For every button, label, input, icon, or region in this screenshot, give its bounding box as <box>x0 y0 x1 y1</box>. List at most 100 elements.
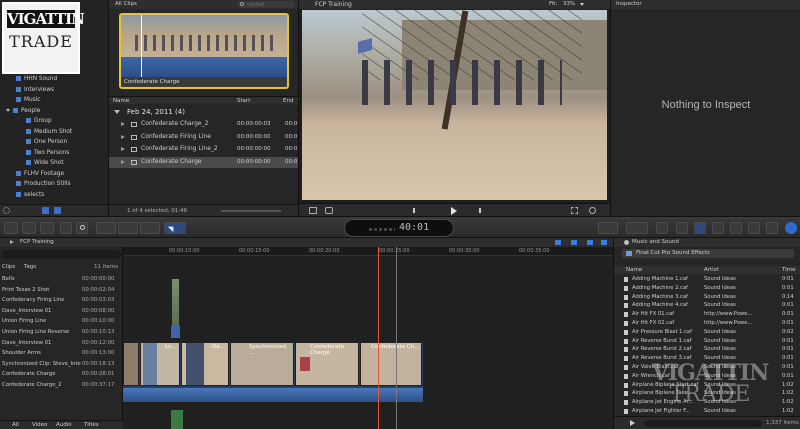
sound-row[interactable]: Air Reverse Burst 2.caf Sound Ideas 0:01 <box>614 345 800 353</box>
timeline-ruler[interactable]: 00:00:10:00 00:00:15:00 00:00:20:00 00:00:2… <box>123 247 613 256</box>
library-item[interactable]: Two Persons <box>0 148 108 158</box>
col-name[interactable]: Name <box>626 267 642 273</box>
library-item[interactable]: HHN Sound <box>0 74 108 84</box>
snapping-icon[interactable] <box>587 240 593 245</box>
sound-source-popup[interactable]: Final Cut Pro Sound Effects <box>622 249 794 258</box>
index-row[interactable]: Union Firing Line 00:00:10:00 <box>0 316 123 326</box>
index-row[interactable]: Bells 00:00:00:00 <box>0 274 123 284</box>
insert-edit-button[interactable] <box>118 222 138 234</box>
storyline-clip-1[interactable] <box>123 342 139 386</box>
browser-title[interactable]: All Clips <box>115 1 137 7</box>
sound-row[interactable]: Air Reverse Burst 1.caf Sound Ideas 0:01 <box>614 337 800 345</box>
library-item[interactable]: selects <box>0 190 108 200</box>
storyline-clip-6[interactable]: Confederate Ch... <box>360 342 422 386</box>
audio-skimming-icon[interactable] <box>601 240 607 245</box>
col-time[interactable]: Time <box>782 267 795 273</box>
video-frame[interactable] <box>302 10 607 200</box>
library-item[interactable]: People <box>0 106 108 116</box>
clip-size-slider[interactable] <box>221 210 281 212</box>
disclosure-triangle-icon[interactable] <box>121 147 125 151</box>
tab-tags[interactable]: Tags <box>24 264 36 270</box>
tab-audio[interactable]: Audio <box>56 422 72 428</box>
zoom-value[interactable]: 33% <box>563 1 575 7</box>
col-end[interactable]: End <box>283 98 293 104</box>
gear-icon[interactable] <box>3 207 10 214</box>
sound-search-input[interactable] <box>644 420 762 427</box>
sound-row[interactable]: Adding Machine 1.caf Sound Ideas 0:01 <box>614 275 800 283</box>
audio-connected-clip[interactable] <box>171 410 183 429</box>
library-item[interactable]: FLHV Footage <box>0 169 108 179</box>
sound-row[interactable]: Airplane Jet Fighter F... Sound Ideas 1:02 <box>614 407 800 415</box>
index-row[interactable]: Shoulder Arms 00:00:13:00 <box>0 348 123 358</box>
filmstrip[interactable]: Confederate Charge <box>119 13 289 89</box>
disclosure-triangle-icon[interactable] <box>10 240 14 244</box>
library-item[interactable]: Production Stills <box>0 179 108 189</box>
index-row[interactable]: Print Texas 2 Shot 00:00:02:04 <box>0 285 123 295</box>
storyline-clip-4[interactable]: Synchronized ... <box>230 342 294 386</box>
tab-titles[interactable]: Titles <box>84 422 99 428</box>
sound-row[interactable]: Adding Machine 3.caf Sound Ideas 0:14 <box>614 293 800 301</box>
go-to-start-icon[interactable] <box>413 208 419 213</box>
index-row[interactable]: Confederate Charge_2 00:00:37:17 <box>0 380 123 390</box>
nav-back-icon[interactable] <box>555 240 561 245</box>
connect-edit-button[interactable] <box>96 222 116 234</box>
clip-row[interactable]: Confederate Firing Line 00:00:00:00 00:0 <box>109 132 299 143</box>
clip-row[interactable]: Confederate Firing Line_2 00:00:00:00 00:0 <box>109 144 299 155</box>
col-name[interactable]: Name <box>113 98 129 104</box>
sound-row[interactable]: Air Hit FX 02.caf http://www.Powe... 0:01 <box>614 319 800 327</box>
sound-row[interactable]: Air Reverse Burst 3.caf Sound Ideas 0:01 <box>614 354 800 362</box>
viewer-options-icon[interactable] <box>589 207 596 214</box>
tab-video[interactable]: Video <box>32 422 47 428</box>
index-row[interactable]: Dave_Interview 01 00:00:12:00 <box>0 338 123 348</box>
key-icon[interactable] <box>80 225 85 230</box>
go-to-end-icon[interactable] <box>475 208 481 213</box>
browser-search-input[interactable] <box>237 1 295 8</box>
timecode-display[interactable]: 40:01 <box>344 219 454 237</box>
storyline-clip-2[interactable]: Lo... <box>140 342 180 386</box>
effects-tool-button[interactable] <box>598 222 618 234</box>
color-board-button[interactable] <box>626 222 648 234</box>
clip-row[interactable]: Confederate Charge 00:00:00:00 00:0 <box>109 156 299 168</box>
disclosure-triangle-icon[interactable] <box>121 134 125 139</box>
new-event-button[interactable] <box>22 222 36 234</box>
sound-row[interactable]: Airplane Biplane Take... Sound Ideas 1:02 <box>614 389 800 397</box>
sound-row[interactable]: Air Hit FX 01.caf http://www.Powe... 0:01 <box>614 310 800 318</box>
tab-clips[interactable]: Clips <box>2 264 15 270</box>
storyline-clip-3[interactable]: Da... <box>181 342 229 386</box>
append-edit-button[interactable] <box>140 222 160 234</box>
sound-row[interactable]: Air Pressure Blast 1.caf Sound Ideas 0:02 <box>614 328 800 336</box>
list-view-icon[interactable] <box>42 207 49 214</box>
nav-forward-icon[interactable] <box>571 240 577 245</box>
chevron-down-icon[interactable] <box>580 3 584 6</box>
tab-all[interactable]: All <box>12 422 19 428</box>
favorite-button[interactable] <box>60 222 72 234</box>
photo-browser-button[interactable] <box>656 222 668 234</box>
import-media-button[interactable] <box>4 222 18 234</box>
info-icon[interactable] <box>785 222 797 234</box>
themes-button[interactable] <box>748 222 760 234</box>
disclosure-triangle-icon[interactable] <box>114 110 120 114</box>
sound-row[interactable]: Air Valve Blast.caf Sound Ideas 0:01 <box>614 363 800 371</box>
grid-view-icon[interactable] <box>54 207 61 214</box>
library-item[interactable]: Wide Shot <box>0 158 108 168</box>
camera-button[interactable] <box>676 222 688 234</box>
generators-button[interactable] <box>766 222 778 234</box>
index-search-input[interactable] <box>2 250 121 259</box>
library-item[interactable]: Medium Shot <box>0 127 108 137</box>
sound-row[interactable]: Adding Machine 4.caf Sound Ideas 0:01 <box>614 301 800 309</box>
index-row[interactable]: Synchronized Clip: Steve_Inte 00:00:18:13 <box>0 359 123 369</box>
library-item[interactable]: Interviews <box>0 85 108 95</box>
index-row[interactable]: Dave_Interview 01 00:00:08:00 <box>0 306 123 316</box>
sound-row[interactable]: Air Wrench.caf Sound Ideas 0:01 <box>614 372 800 380</box>
loop-icon[interactable] <box>325 207 333 214</box>
titles-button[interactable] <box>712 222 724 234</box>
index-row[interactable]: Confederacy Firing Line 00:00:03:03 <box>0 295 123 305</box>
library-item[interactable]: Group <box>0 116 108 126</box>
fullscreen-icon[interactable] <box>571 207 578 214</box>
sound-row[interactable]: Adding Machine 2.caf Sound Ideas 0:01 <box>614 284 800 292</box>
play-icon[interactable] <box>451 207 457 215</box>
playhead[interactable] <box>378 247 379 429</box>
disclosure-triangle-icon[interactable] <box>6 108 10 112</box>
disclosure-triangle-icon[interactable] <box>121 159 125 164</box>
col-artist[interactable]: Artist <box>704 267 719 273</box>
